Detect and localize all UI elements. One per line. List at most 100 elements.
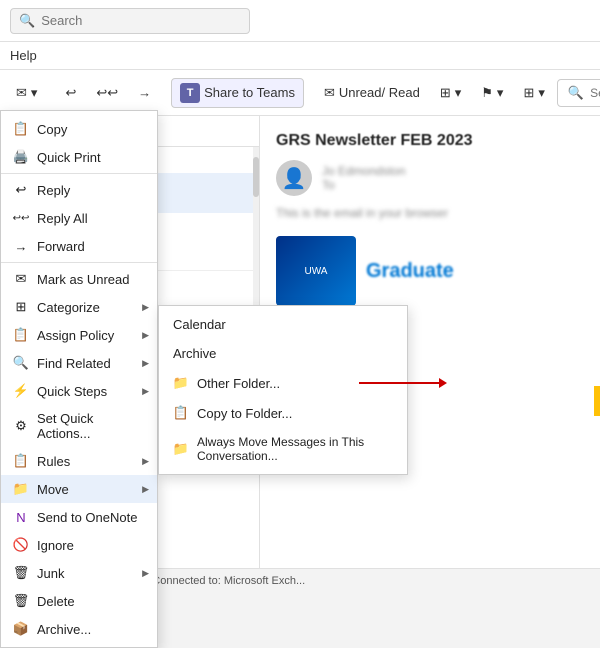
menu-forward-label: Forward <box>37 239 85 254</box>
submenu-copy-to-folder-label: Copy to Folder... <box>197 406 292 421</box>
submenu-calendar-label: Calendar <box>173 317 226 332</box>
menu-rules-label: Rules <box>37 454 70 469</box>
menu-mark-unread-label: Mark as Unread <box>37 272 129 287</box>
arrowhead-right <box>439 378 447 388</box>
status-right: Connected to: Microsoft Exch... <box>152 575 305 587</box>
menu-item-find-related[interactable]: 🔍 Find Related <box>1 349 157 377</box>
search-icon: 🔍 <box>19 13 35 29</box>
back-button[interactable]: ↩↩ <box>88 81 126 105</box>
grad-text: Graduate <box>366 260 454 283</box>
menu-item-delete[interactable]: 🗑 Delete <box>1 587 157 615</box>
share-teams-label: Share to Teams <box>204 85 295 100</box>
new-email-icon: ✉ <box>16 85 27 101</box>
scroll-thumb <box>253 157 259 197</box>
menu-separator-2 <box>1 262 157 263</box>
copy-icon: 📋 <box>13 121 29 137</box>
view-button[interactable]: ⊞ ▾ <box>515 81 552 105</box>
unread-read-button[interactable]: ✉ Unread/ Read <box>316 81 428 105</box>
undo-icon: ↩ <box>65 85 76 101</box>
menu-item-forward[interactable]: → Forward <box>1 232 157 260</box>
move-icon: 📁 <box>13 481 29 497</box>
menu-quick-steps-label: Quick Steps <box>37 384 107 399</box>
search-people-box[interactable]: 🔍 <box>557 79 600 107</box>
submenu-archive[interactable]: Archive <box>159 339 407 368</box>
submenu-always-move-label: Always Move Messages in This Conversatio… <box>197 435 393 463</box>
submenu-copy-to-folder[interactable]: 📋 Copy to Folder... <box>159 398 407 428</box>
chevron-down-icon: ▾ <box>31 85 38 101</box>
search-people-input[interactable] <box>590 86 600 100</box>
menu-item-move[interactable]: 📁 Move <box>1 475 157 503</box>
rules-icon: 📋 <box>13 453 29 469</box>
teams-icon: T <box>180 83 200 103</box>
forward-button[interactable]: → <box>130 81 159 104</box>
copy-to-folder-icon: 📋 <box>173 405 189 421</box>
title-search-input[interactable] <box>41 13 241 28</box>
menu-delete-label: Delete <box>37 594 75 609</box>
view-chevron: ▾ <box>538 85 545 101</box>
other-folder-icon: 📁 <box>173 375 189 391</box>
email-preview-body: This is the email in your browser <box>276 206 584 220</box>
menu-set-quick-actions-label: Set Quick Actions... <box>37 411 145 441</box>
menu-quick-print-label: Quick Print <box>37 150 101 165</box>
arrow-line <box>359 382 439 384</box>
title-bar: 🔍 <box>0 0 600 42</box>
flag-button[interactable]: ⚑ ▾ <box>473 81 511 105</box>
set-quick-actions-icon: ⚙ <box>13 418 29 434</box>
forward-icon: → <box>138 85 151 100</box>
menu-send-to-onenote-label: Send to OneNote <box>37 510 137 525</box>
junk-icon: 🗑 <box>13 565 29 581</box>
submenu-other-folder-label: Other Folder... <box>197 376 280 391</box>
submenu-other-folder[interactable]: 📁 Other Folder... <box>159 368 407 398</box>
forward-icon: → <box>13 238 29 254</box>
yellow-accent-bar <box>594 386 600 416</box>
menu-item-rules[interactable]: 📋 Rules <box>1 447 157 475</box>
university-logo: UWA <box>276 236 356 306</box>
menu-item-copy[interactable]: 📋 Copy <box>1 115 157 143</box>
delete-icon: 🗑 <box>13 593 29 609</box>
email-preview-title: GRS Newsletter FEB 2023 <box>276 132 584 150</box>
email-preview-sender: 👤 Jo Edmondston To <box>276 160 584 196</box>
share-teams-button[interactable]: T Share to Teams <box>171 78 304 108</box>
menu-assign-policy-label: Assign Policy <box>37 328 114 343</box>
sender-name: Jo Edmondston <box>322 164 405 178</box>
envelope-icon: ✉ <box>324 85 335 101</box>
back-icon: ↩↩ <box>96 85 118 101</box>
menu-item-quick-steps[interactable]: ⚡ Quick Steps <box>1 377 157 405</box>
submenu-always-move[interactable]: 📁 Always Move Messages in This Conversat… <box>159 428 407 470</box>
flag-chevron: ▾ <box>497 85 504 101</box>
apps-chevron: ▾ <box>455 85 462 101</box>
menu-item-assign-policy[interactable]: 📋 Assign Policy <box>1 321 157 349</box>
menu-item-reply-all[interactable]: ↩↩ Reply All <box>1 204 157 232</box>
menu-item-categorize[interactable]: ⊞ Categorize <box>1 293 157 321</box>
move-submenu: Calendar Archive 📁 Other Folder... 📋 Cop… <box>158 305 408 475</box>
menu-item-quick-print[interactable]: 🖨️ Quick Print <box>1 143 157 171</box>
archive-icon: 📦 <box>13 621 29 637</box>
arrow-indicator <box>359 378 447 388</box>
menu-item-set-quick-actions[interactable]: ⚙ Set Quick Actions... <box>1 405 157 447</box>
undo-button[interactable]: ↩ <box>57 81 84 105</box>
mark-unread-icon: ✉ <box>13 271 29 287</box>
categorize-icon: ⊞ <box>13 299 29 315</box>
menu-item-archive[interactable]: 📦 Archive... <box>1 615 157 643</box>
menu-reply-label: Reply <box>37 183 70 198</box>
menu-archive-label: Archive... <box>37 622 91 637</box>
menu-item-ignore[interactable]: 🚫 Ignore <box>1 531 157 559</box>
help-label: Help <box>10 48 37 63</box>
assign-policy-icon: 📋 <box>13 327 29 343</box>
menu-item-mark-unread[interactable]: ✉ Mark as Unread <box>1 265 157 293</box>
menu-item-reply[interactable]: ↩ Reply <box>1 176 157 204</box>
menu-item-send-to-onenote[interactable]: N Send to OneNote <box>1 503 157 531</box>
submenu-calendar[interactable]: Calendar <box>159 310 407 339</box>
print-icon: 🖨️ <box>13 149 29 165</box>
context-menu: 📋 Copy 🖨️ Quick Print ↩ Reply ↩↩ Reply A… <box>0 110 158 648</box>
menu-move-label: Move <box>37 482 69 497</box>
reply-icon: ↩ <box>13 182 29 198</box>
new-email-button[interactable]: ✉ ▾ <box>8 81 45 105</box>
menu-separator-1 <box>1 173 157 174</box>
menu-item-junk[interactable]: 🗑 Junk <box>1 559 157 587</box>
title-search-box[interactable]: 🔍 <box>10 8 250 34</box>
submenu-archive-label: Archive <box>173 346 216 361</box>
apps-button[interactable]: ⊞ ▾ <box>432 81 469 105</box>
menu-junk-label: Junk <box>37 566 64 581</box>
search-people-icon: 🔍 <box>568 85 584 101</box>
